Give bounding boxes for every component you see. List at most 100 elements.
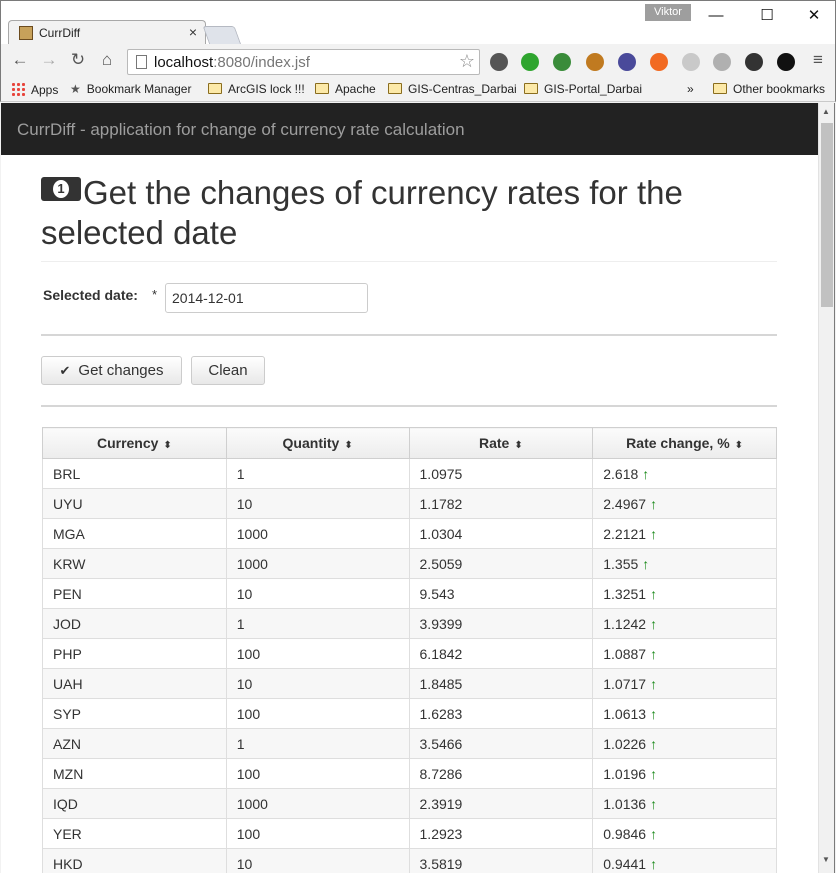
table-cell: 8.7286 xyxy=(408,758,594,789)
arrow-up-icon: ↑ xyxy=(642,555,650,572)
table-row[interactable]: JOD 1 3.9399 1.1242 ↑ xyxy=(42,608,777,639)
extension-icon[interactable] xyxy=(777,53,795,71)
home-button[interactable]: ⌂ xyxy=(96,50,118,70)
table-cell: 1.1782 xyxy=(408,488,594,519)
table-cell: UAH xyxy=(42,668,227,699)
browser-tab[interactable]: CurrDiff × xyxy=(8,20,206,46)
forward-button[interactable]: → xyxy=(38,50,60,70)
folder-icon xyxy=(524,83,538,94)
table-row[interactable]: PHP 100 6.1842 1.0887 ↑ xyxy=(42,638,777,669)
check-icon: ✔ xyxy=(59,363,71,378)
date-input[interactable] xyxy=(165,283,368,313)
table-row[interactable]: MGA 1000 1.0304 2.2121 ↑ xyxy=(42,518,777,549)
bookmark-manager[interactable]: ★ Bookmark Manager xyxy=(70,82,191,96)
table-cell: 1000 xyxy=(225,788,410,819)
url-text[interactable]: localhost:8080/index.jsf xyxy=(154,54,310,71)
user-badge[interactable]: Viktor xyxy=(645,4,691,21)
close-window-button[interactable]: ✕ xyxy=(799,5,829,27)
bookmark-apps[interactable]: Apps xyxy=(11,82,58,97)
extension-icon[interactable] xyxy=(650,53,668,71)
scroll-up-icon[interactable]: ▲ xyxy=(822,107,830,116)
tab-close-icon[interactable]: × xyxy=(189,24,197,40)
bookmark-folder[interactable]: Apache xyxy=(315,82,376,96)
favicon-icon xyxy=(19,26,33,40)
table-cell: 1 xyxy=(225,608,410,639)
divider xyxy=(41,405,777,407)
table-row[interactable]: UAH 10 1.8485 1.0717 ↑ xyxy=(42,668,777,699)
page-scrollbar[interactable]: ▲ ▼ xyxy=(818,103,835,873)
page-title: 1 Get the changes of currency rates for t… xyxy=(41,174,683,251)
extension-icon[interactable] xyxy=(713,53,731,71)
bookmark-star-icon[interactable]: ☆ xyxy=(459,51,475,72)
browser-titlebar: CurrDiff × Viktor — ☐ ✕ xyxy=(0,0,836,46)
arrow-up-icon: ↑ xyxy=(642,465,650,482)
table-cell: 2.5059 xyxy=(408,548,594,579)
address-bar[interactable]: localhost:8080/index.jsf ☆ xyxy=(127,49,480,75)
table-row[interactable]: YER 100 1.2923 0.9846 ↑ xyxy=(42,818,777,849)
browser-toolbar: ← → ↻ ⌂ localhost:8080/index.jsf ☆ ≡ xyxy=(0,44,836,78)
table-cell: 6.1842 xyxy=(408,638,594,669)
table-cell: 100 xyxy=(225,818,410,849)
table-cell: AZN xyxy=(42,728,227,759)
column-header[interactable]: Quantity ⬍ xyxy=(225,427,410,459)
bookmark-folder[interactable]: ArcGIS lock !!! xyxy=(208,82,305,96)
arrow-up-icon: ↑ xyxy=(650,765,658,782)
minimize-button[interactable]: — xyxy=(701,5,731,27)
scrollbar-thumb[interactable] xyxy=(821,123,833,307)
apps-icon xyxy=(11,82,25,96)
bookmark-other[interactable]: Other bookmarks xyxy=(713,82,825,96)
clean-button[interactable]: Clean xyxy=(191,356,265,385)
bookmark-folder[interactable]: GIS-Portal_Darbai xyxy=(524,82,642,96)
column-header[interactable]: Rate change, % ⬍ xyxy=(592,427,777,459)
arrow-up-icon: ↑ xyxy=(650,645,658,662)
extension-icon[interactable] xyxy=(745,53,763,71)
table-row[interactable]: IQD 1000 2.3919 1.0136 ↑ xyxy=(42,788,777,819)
extension-icon[interactable] xyxy=(553,53,571,71)
maximize-button[interactable]: ☐ xyxy=(752,5,782,27)
table-cell: 1.0613 ↑ xyxy=(592,698,777,729)
table-cell: 1000 xyxy=(225,518,410,549)
sort-icon[interactable]: ⬍ xyxy=(514,440,522,451)
table-row[interactable]: AZN 1 3.5466 1.0226 ↑ xyxy=(42,728,777,759)
table-row[interactable]: BRL 1 1.0975 2.618 ↑ xyxy=(42,458,777,489)
table-row[interactable]: HKD 10 3.5819 0.9441 ↑ xyxy=(42,848,777,873)
bookmarks-overflow[interactable]: » xyxy=(687,82,694,96)
bookmark-folder[interactable]: GIS-Centras_Darbai xyxy=(388,82,517,96)
column-header[interactable]: Currency ⬍ xyxy=(42,427,227,459)
get-changes-button[interactable]: ✔ Get changes xyxy=(41,356,182,385)
table-cell: MZN xyxy=(42,758,227,789)
arrow-up-icon: ↑ xyxy=(650,615,658,632)
table-row[interactable]: PEN 10 9.543 1.3251 ↑ xyxy=(42,578,777,609)
table-row[interactable]: SYP 100 1.6283 1.0613 ↑ xyxy=(42,698,777,729)
folder-icon xyxy=(315,83,329,94)
reload-button[interactable]: ↻ xyxy=(67,50,89,70)
column-header[interactable]: Rate ⬍ xyxy=(408,427,594,459)
extension-icon[interactable] xyxy=(586,53,604,71)
new-tab-button[interactable] xyxy=(202,26,242,45)
sort-icon[interactable]: ⬍ xyxy=(735,440,743,451)
table-cell: 1.0717 ↑ xyxy=(592,668,777,699)
app-brand[interactable]: CurrDiff - application for change of cur… xyxy=(17,120,465,140)
scroll-down-icon[interactable]: ▼ xyxy=(822,855,830,864)
table-cell: SYP xyxy=(42,698,227,729)
table-cell: 0.9846 ↑ xyxy=(592,818,777,849)
table-cell: HKD xyxy=(42,848,227,873)
table-cell: 1.2923 xyxy=(408,818,594,849)
menu-button[interactable]: ≡ xyxy=(807,50,829,70)
table-row[interactable]: UYU 10 1.1782 2.4967 ↑ xyxy=(42,488,777,519)
extension-icon[interactable] xyxy=(521,53,539,71)
arrow-up-icon: ↑ xyxy=(650,735,658,752)
extension-icon[interactable] xyxy=(618,53,636,71)
arrow-up-icon: ↑ xyxy=(650,585,658,602)
extension-icon[interactable] xyxy=(682,53,700,71)
sort-icon[interactable]: ⬍ xyxy=(344,440,352,451)
extension-icon[interactable] xyxy=(490,53,508,71)
table-cell: BRL xyxy=(42,458,227,489)
back-button[interactable]: ← xyxy=(9,50,31,70)
table-cell: PEN xyxy=(42,578,227,609)
page-icon xyxy=(136,55,147,69)
table-cell: 100 xyxy=(225,758,410,789)
sort-icon[interactable]: ⬍ xyxy=(163,440,171,451)
table-row[interactable]: KRW 1000 2.5059 1.355 ↑ xyxy=(42,548,777,579)
table-row[interactable]: MZN 100 8.7286 1.0196 ↑ xyxy=(42,758,777,789)
